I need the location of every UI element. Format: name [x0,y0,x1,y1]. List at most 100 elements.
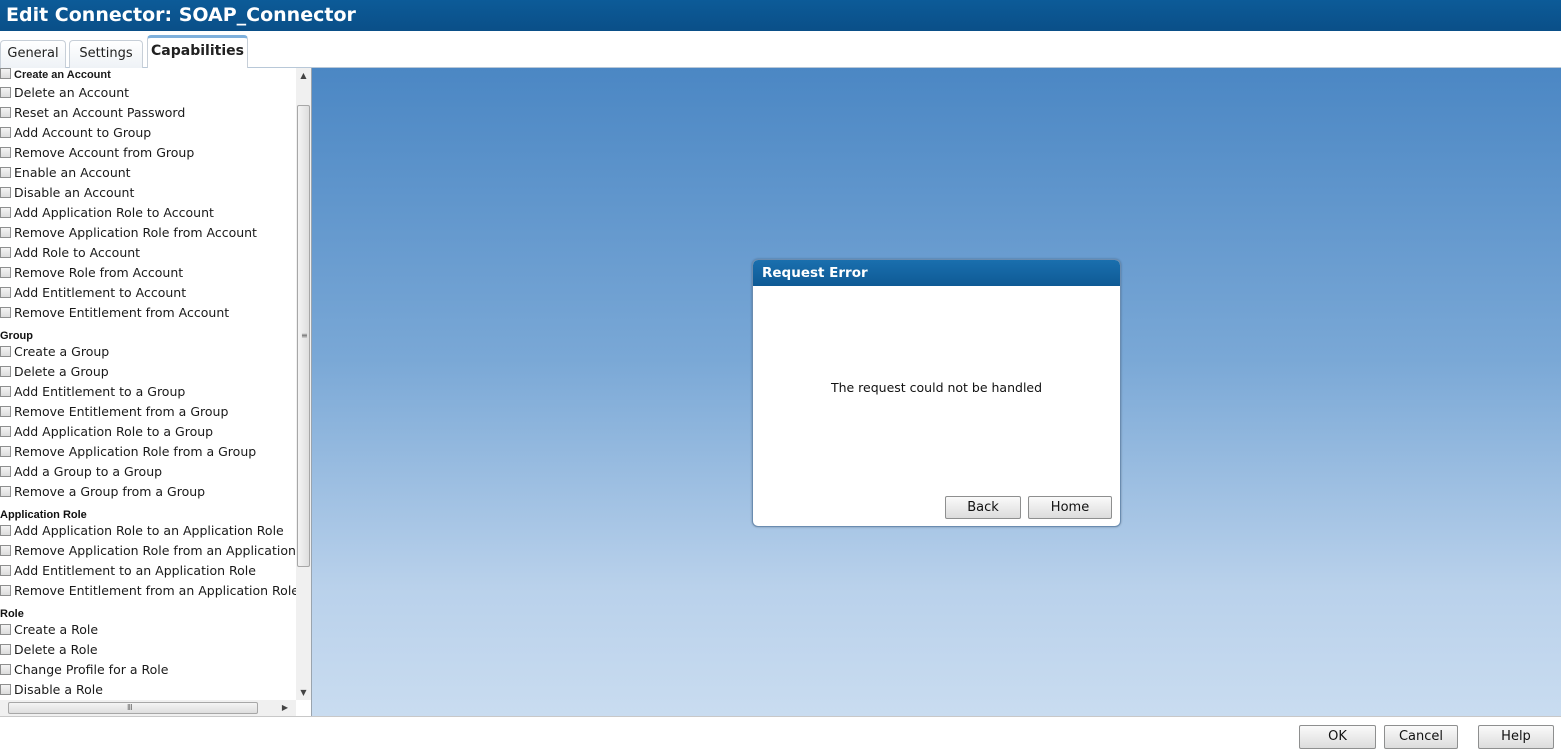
list-item[interactable]: Change Profile for a Role [0,660,168,680]
checkbox[interactable] [0,684,11,695]
tab-general[interactable]: General [0,40,66,68]
checkbox[interactable] [0,486,11,497]
dialog-title: Request Error [753,260,1120,286]
checkbox[interactable] [0,386,11,397]
ok-button[interactable]: OK [1299,725,1376,749]
capabilities-panel: Create an Account Delete an Account Rese… [0,68,312,716]
checkbox[interactable] [0,207,11,218]
group-header-group: Group [0,330,33,342]
list-item[interactable]: Add Entitlement to a Group [0,382,185,402]
capability-label: Delete an Account [14,85,130,100]
checkbox[interactable] [0,624,11,635]
list-item[interactable]: Create a Group [0,342,109,362]
checkbox[interactable] [0,664,11,675]
scroll-down-icon[interactable]: ▼ [296,685,311,700]
footer-bar: OK Cancel Help [0,716,1561,752]
capability-label: Remove Application Role from Account [14,225,257,240]
grip-icon: Ⅲ [127,703,133,712]
list-item[interactable]: Add a Group to a Group [0,462,162,482]
capabilities-list: Create an Account Delete an Account Rese… [0,68,296,700]
group-header-role: Role [0,608,24,620]
capability-label: Add Application Role to a Group [14,424,214,439]
scroll-up-icon[interactable]: ▲ [296,68,311,83]
tab-settings[interactable]: Settings [69,40,143,68]
capability-label: Enable an Account [14,165,131,180]
checkbox[interactable] [0,107,11,118]
capability-label: Add Entitlement to Account [14,285,187,300]
back-button[interactable]: Back [945,496,1021,519]
list-item[interactable]: Remove Entitlement from Account [0,303,229,323]
checkbox[interactable] [0,545,11,556]
checkbox[interactable] [0,565,11,576]
list-item[interactable]: Remove Role from Account [0,263,183,283]
list-item[interactable]: Add Application Role to a Group [0,422,213,442]
checkbox[interactable] [0,87,11,98]
checkbox[interactable] [0,127,11,138]
home-button[interactable]: Home [1028,496,1112,519]
capability-label: Remove a Group from a Group [14,484,206,499]
checkbox[interactable] [0,68,11,79]
list-item[interactable]: Remove Application Role from Account [0,223,257,243]
tab-capabilities[interactable]: Capabilities [147,35,248,68]
list-item[interactable]: Add Application Role to Account [0,203,214,223]
checkbox[interactable] [0,644,11,655]
vertical-scrollbar[interactable]: ▲ ≡ ▼ [296,68,311,700]
list-item[interactable]: Delete a Group [0,362,109,382]
checkbox[interactable] [0,406,11,417]
horizontal-scrollbar[interactable]: Ⅲ ▶ [0,700,296,716]
checkbox[interactable] [0,426,11,437]
capability-label: Add Application Role to an Application R… [14,523,284,538]
list-item[interactable]: Create an Account [0,68,111,84]
checkbox[interactable] [0,247,11,258]
capability-label: Remove Entitlement from Account [14,305,230,320]
checkbox[interactable] [0,187,11,198]
horizontal-scroll-thumb[interactable]: Ⅲ [8,702,258,714]
list-item[interactable]: Add Role to Account [0,243,140,263]
list-item[interactable]: Remove Account from Group [0,143,194,163]
checkbox[interactable] [0,466,11,477]
list-item[interactable]: Disable an Account [0,183,134,203]
help-button[interactable]: Help [1478,725,1554,749]
checkbox[interactable] [0,446,11,457]
capability-label: Remove Application Role from an Applicat… [14,543,296,558]
capability-label: Delete a Role [14,642,98,657]
list-item[interactable]: Enable an Account [0,163,131,183]
list-item[interactable]: Remove Entitlement from an Application R… [0,581,296,601]
capability-label: Reset an Account Password [14,105,186,120]
grip-icon: ≡ [301,331,308,340]
checkbox[interactable] [0,267,11,278]
list-item[interactable]: Remove Application Role from an Applicat… [0,541,296,561]
group-header-application-role: Application Role [0,509,87,521]
scroll-right-icon[interactable]: ▶ [278,700,292,716]
capability-label: Remove Role from Account [14,265,184,280]
list-item[interactable]: Remove Application Role from a Group [0,442,256,462]
capability-label: Create a Role [14,622,99,637]
list-item[interactable]: Add Entitlement to an Application Role [0,561,256,581]
list-item[interactable]: Disable a Role [0,680,103,700]
list-item[interactable]: Remove a Group from a Group [0,482,205,502]
capability-label: Remove Entitlement from an Application R… [14,583,296,598]
capability-label: Add Role to Account [14,245,141,260]
list-item[interactable]: Reset an Account Password [0,103,185,123]
checkbox[interactable] [0,227,11,238]
checkbox[interactable] [0,287,11,298]
checkbox[interactable] [0,525,11,536]
list-item[interactable]: Add Account to Group [0,123,151,143]
cancel-button[interactable]: Cancel [1384,725,1458,749]
checkbox[interactable] [0,147,11,158]
list-item[interactable]: Add Entitlement to Account [0,283,186,303]
checkbox[interactable] [0,307,11,318]
checkbox[interactable] [0,346,11,357]
capability-label: Disable a Role [14,682,103,697]
list-item[interactable]: Delete a Role [0,640,98,660]
list-item[interactable]: Add Application Role to an Application R… [0,521,284,541]
list-item[interactable]: Remove Entitlement from a Group [0,402,228,422]
tab-bar: General Settings Capabilities [0,31,1561,68]
checkbox[interactable] [0,366,11,377]
checkbox[interactable] [0,585,11,596]
list-item[interactable]: Delete an Account [0,83,129,103]
checkbox[interactable] [0,167,11,178]
capability-label: Add Application Role to Account [14,205,214,220]
vertical-scroll-thumb[interactable]: ≡ [297,105,310,567]
list-item[interactable]: Create a Role [0,620,98,640]
